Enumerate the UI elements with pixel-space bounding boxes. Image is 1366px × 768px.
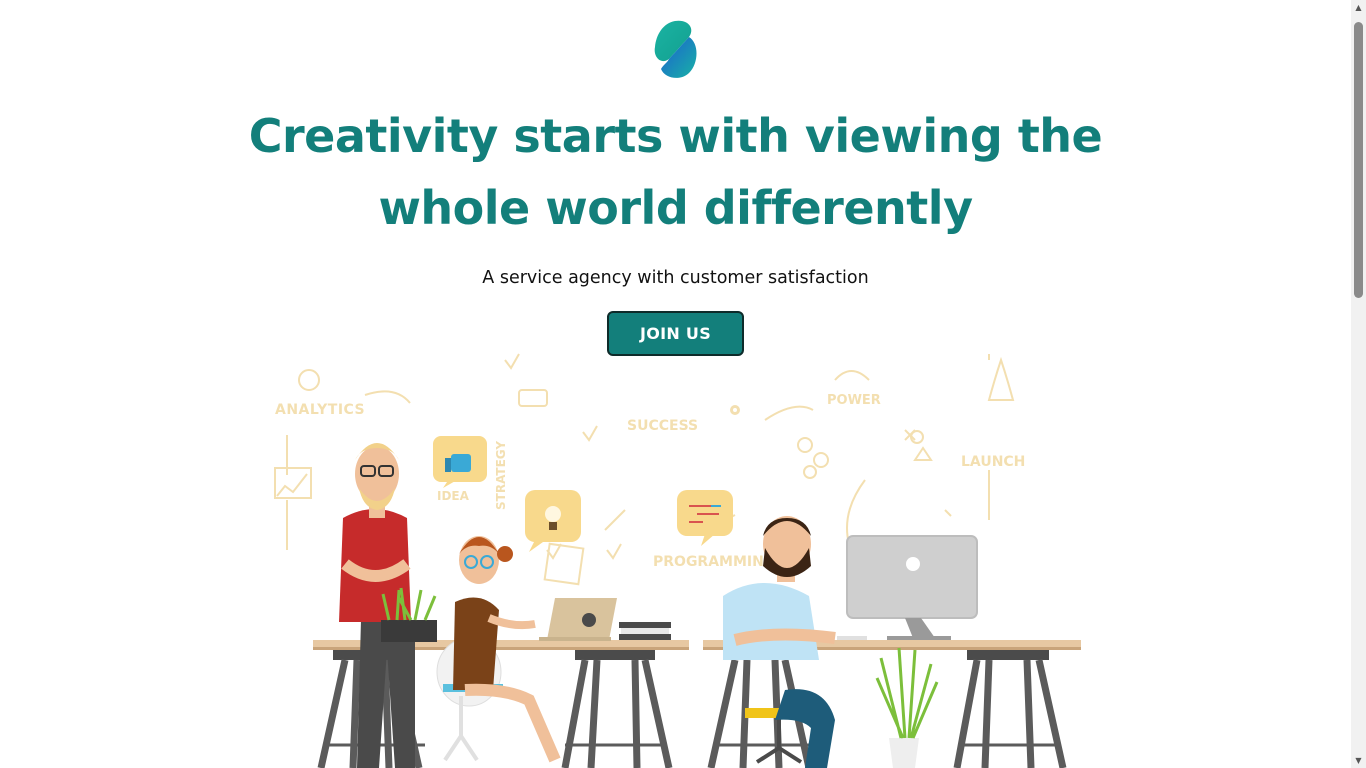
thumbs-up-bubble — [433, 436, 487, 488]
power-label: POWER — [827, 393, 881, 408]
scrollbar-thumb[interactable] — [1354, 22, 1363, 298]
vertical-scrollbar[interactable]: ▲ ▼ — [1351, 0, 1366, 768]
programming-label: PROGRAMMING — [653, 554, 775, 570]
success-label: SUCCESS — [627, 418, 698, 434]
landing-page: Creativity starts with viewing the whole… — [0, 0, 1351, 768]
chevron-up-icon[interactable]: ▲ — [1351, 0, 1366, 15]
launch-label: LAUNCH — [961, 454, 1025, 470]
desktop-monitor — [837, 535, 978, 640]
document-doodle — [543, 542, 585, 586]
books-stack — [619, 622, 671, 640]
analytics-label: ANALYTICS — [275, 402, 365, 418]
office-illustration: ANALYTICS SUCCESS POWER LAUNCH STRATEGY … — [265, 350, 1095, 768]
office-scene-graphic: ANALYTICS SUCCESS POWER LAUNCH STRATEGY … — [274, 353, 1081, 768]
hero-tagline: A service agency with customer satisfact… — [482, 268, 869, 288]
brand-logo-icon[interactable] — [653, 19, 699, 79]
floor-plant — [875, 647, 939, 768]
lightbulb-bubble — [525, 490, 581, 552]
laptop — [539, 598, 617, 641]
chevron-down-icon[interactable]: ▼ — [1351, 753, 1366, 768]
hero-headline: Creativity starts with viewing the whole… — [230, 100, 1121, 244]
idea-label: IDEA — [437, 489, 470, 503]
headline-line-1: Creativity starts with viewing the — [248, 109, 1103, 163]
headline-line-2: whole world differently — [378, 181, 973, 235]
code-bubble — [677, 490, 733, 546]
strategy-label: STRATEGY — [494, 441, 508, 510]
